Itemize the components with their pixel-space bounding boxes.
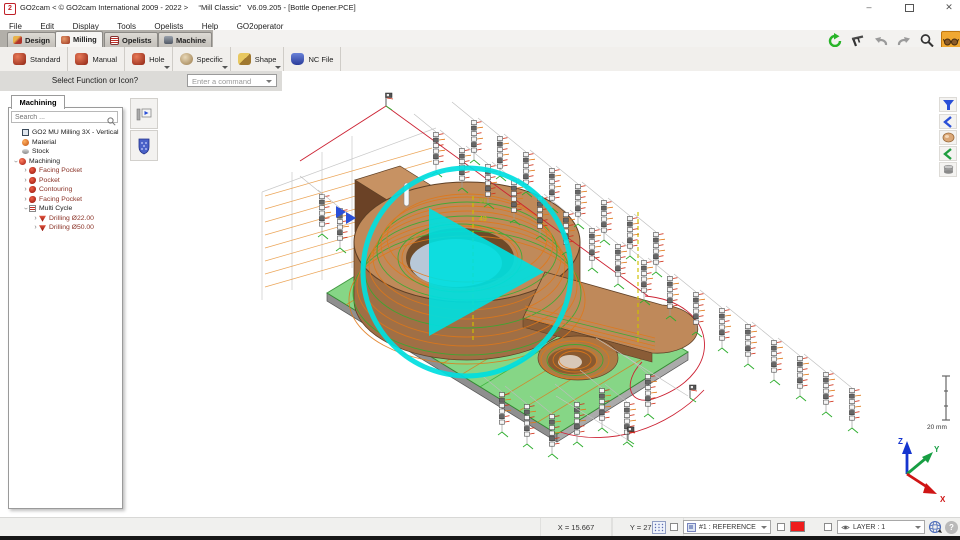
machining-panel-tab[interactable]: Machining bbox=[11, 95, 65, 109]
part-icon bbox=[942, 132, 955, 143]
stock-icon bbox=[22, 149, 29, 154]
viewport-3d[interactable]: 50 49 20 mm bbox=[0, 0, 960, 540]
scale-bar: 20 mm bbox=[927, 376, 950, 431]
reference-icon bbox=[687, 523, 696, 532]
part-display-button[interactable] bbox=[939, 130, 957, 145]
tab-milling[interactable]: Milling bbox=[55, 31, 103, 47]
material-icon bbox=[22, 139, 29, 146]
reference-checkbox[interactable] bbox=[670, 523, 678, 531]
scale-label: 20 mm bbox=[927, 424, 947, 431]
tree-item-drilling-22[interactable]: › Drilling Ø22.00 bbox=[8, 214, 121, 224]
layer-checkbox[interactable] bbox=[824, 523, 832, 531]
axis-x-label: X bbox=[940, 495, 946, 504]
depth-label-49: 49 bbox=[479, 216, 487, 223]
multi-cycle-icon bbox=[29, 205, 36, 212]
expand-arrow-icon[interactable]: › bbox=[12, 158, 19, 165]
help-button[interactable]: ? bbox=[945, 521, 958, 534]
milling-icon bbox=[61, 36, 70, 44]
machining-panel: Machining GO2 MU Milling 3X - Vertical M… bbox=[8, 95, 123, 511]
orbit-sphere-icon bbox=[928, 520, 943, 535]
drilling-icon bbox=[39, 215, 46, 222]
axis-z-label: Z bbox=[898, 437, 903, 446]
chevron-left-green-icon bbox=[943, 148, 953, 160]
simulation-button[interactable] bbox=[130, 98, 158, 129]
status-bar: X = 15.667 Y = 27.547 #1 : REFERENCE LAY… bbox=[0, 517, 960, 537]
expand-arrow-icon[interactable]: › bbox=[22, 205, 29, 212]
collapse-green-button[interactable] bbox=[939, 146, 957, 161]
tree-item-machining[interactable]: › Machining bbox=[8, 157, 121, 167]
shield-icon bbox=[136, 137, 152, 155]
drilling-icon bbox=[39, 224, 46, 231]
tab-milling-label: Milling bbox=[73, 35, 97, 44]
machining-icon bbox=[19, 158, 26, 165]
reference-selector[interactable]: #1 : REFERENCE bbox=[683, 520, 771, 534]
layer-dropdown-caret[interactable] bbox=[915, 526, 921, 529]
tree-item-stock[interactable]: Stock bbox=[8, 147, 121, 157]
tree-item-contouring[interactable]: › Contouring bbox=[8, 185, 121, 195]
draw-color-selector[interactable] bbox=[790, 521, 807, 532]
filter-icon bbox=[942, 99, 955, 111]
stock-display-button[interactable] bbox=[939, 162, 957, 177]
pocket-icon bbox=[29, 177, 36, 184]
chevron-left-blue-icon bbox=[943, 116, 953, 128]
tree-item-machine[interactable]: GO2 MU Milling 3X - Vertical bbox=[8, 128, 121, 138]
tree-item-facing-pocket-1[interactable]: › Facing Pocket bbox=[8, 166, 121, 176]
tree-item-pocket[interactable]: › Pocket bbox=[8, 176, 121, 186]
x-coordinate-readout: X = 15.667 bbox=[540, 518, 612, 537]
simulation-icon bbox=[135, 105, 153, 123]
contouring-icon bbox=[29, 186, 36, 193]
tree-item-facing-pocket-2[interactable]: › Facing Pocket bbox=[8, 195, 121, 205]
tree-item-drilling-50[interactable]: › Drilling Ø50.00 bbox=[8, 223, 121, 233]
expand-arrow-icon[interactable]: › bbox=[22, 177, 29, 184]
stock-cylinder-icon bbox=[942, 164, 955, 175]
window-bottom-edge bbox=[0, 536, 960, 540]
expand-arrow-icon[interactable]: › bbox=[32, 224, 39, 231]
tool-shield-button[interactable] bbox=[130, 130, 158, 161]
color-checkbox[interactable] bbox=[777, 523, 785, 531]
expand-arrow-icon[interactable]: › bbox=[22, 186, 29, 193]
depth-label-50: 50 bbox=[479, 198, 487, 205]
color-swatch[interactable] bbox=[790, 521, 805, 532]
machining-tree: GO2 MU Milling 3X - Vertical Material St… bbox=[8, 128, 121, 233]
search-input[interactable] bbox=[11, 111, 118, 123]
reference-dropdown-caret[interactable] bbox=[761, 526, 767, 529]
expand-arrow-icon[interactable]: › bbox=[22, 167, 29, 174]
facing-pocket-icon bbox=[29, 196, 36, 203]
expand-arrow-icon[interactable]: › bbox=[32, 215, 39, 222]
layer-selector[interactable]: LAYER : 1 bbox=[837, 520, 925, 534]
facing-pocket-icon bbox=[29, 167, 36, 174]
expand-arrow-icon[interactable]: › bbox=[22, 196, 29, 203]
tree-item-multi-cycle[interactable]: › Multi Cycle bbox=[8, 204, 121, 214]
tree-item-material[interactable]: Material bbox=[8, 138, 121, 148]
axis-y-label: Y bbox=[934, 445, 940, 454]
grid-icon bbox=[652, 521, 666, 534]
collapse-blue-button[interactable] bbox=[939, 114, 957, 129]
filter-button[interactable] bbox=[939, 97, 957, 112]
machine-setup-icon bbox=[22, 129, 29, 136]
axis-triad: Z Y X bbox=[898, 437, 946, 504]
layer-icon bbox=[841, 523, 850, 532]
layer-value: LAYER : 1 bbox=[853, 524, 885, 531]
reference-value: #1 : REFERENCE bbox=[699, 524, 756, 531]
